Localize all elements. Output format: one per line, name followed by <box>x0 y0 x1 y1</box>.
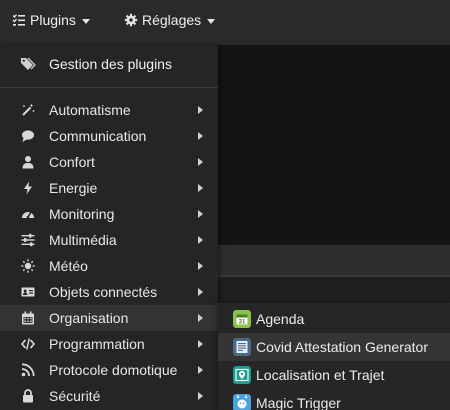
chevron-right-icon <box>198 158 203 166</box>
submenu-item-label: Magic Trigger <box>256 395 341 410</box>
reglages-menu-button[interactable]: Réglages <box>124 0 216 40</box>
chevron-right-icon <box>198 184 203 192</box>
menu-item-energie[interactable]: Energie <box>0 175 218 201</box>
submenu-item-agenda[interactable]: 31 Agenda <box>218 305 450 333</box>
submenu-item-label: Agenda <box>256 311 305 327</box>
chevron-right-icon <box>198 392 203 400</box>
agenda-plugin-icon: 31 <box>233 310 251 328</box>
menu-item-meteo[interactable]: Météo <box>0 253 218 279</box>
menu-item-protocole-domotique[interactable]: Protocole domotique <box>0 357 218 383</box>
menu-item-label: Communication <box>49 128 147 144</box>
submenu-item-covid-attestation-generator[interactable]: Covid Attestation Generator <box>218 333 450 361</box>
lock-icon <box>23 389 33 403</box>
menu-item-monitoring[interactable]: Monitoring <box>0 201 218 227</box>
rss-icon <box>21 363 35 377</box>
chevron-right-icon <box>198 262 203 270</box>
background-panel <box>218 45 450 245</box>
magic-wand-icon <box>22 103 35 116</box>
comment-icon <box>22 130 34 142</box>
reglages-menu-label: Réglages <box>142 12 202 28</box>
background-strip <box>218 245 450 275</box>
bolt-icon <box>24 181 32 195</box>
code-icon <box>21 338 35 350</box>
menu-item-label: Gestion des plugins <box>49 56 172 72</box>
menu-item-label: Météo <box>49 258 88 274</box>
submenu-item-label: Covid Attestation Generator <box>256 339 428 355</box>
calendar-icon <box>22 311 34 325</box>
chevron-right-icon <box>198 366 203 374</box>
menu-item-automatisme[interactable]: Automatisme <box>0 97 218 123</box>
organisation-submenu: 31 Agenda Covid Attestation Generator Lo… <box>218 303 450 410</box>
chevron-right-icon <box>198 314 203 322</box>
menu-item-communication[interactable]: Communication <box>0 123 218 149</box>
submenu-item-label: Localisation et Trajet <box>256 367 385 383</box>
chevron-right-icon <box>198 210 203 218</box>
menu-item-label: Confort <box>49 154 95 170</box>
menu-item-gestion-des-plugins[interactable]: Gestion des plugins <box>0 45 218 83</box>
chevron-right-icon <box>198 132 203 140</box>
menu-item-label: Monitoring <box>49 206 115 222</box>
menu-item-label: Protocole domotique <box>49 362 178 378</box>
menu-item-securite[interactable]: Sécurité <box>0 383 218 409</box>
chevron-right-icon <box>198 288 203 296</box>
gear-icon <box>124 13 138 27</box>
magic-trigger-plugin-icon <box>233 394 251 410</box>
chevron-right-icon <box>198 236 203 244</box>
sun-icon <box>21 259 35 273</box>
attestation-plugin-icon <box>233 338 251 356</box>
menu-item-label: Organisation <box>49 310 129 326</box>
menu-item-multimedia[interactable]: Multimédia <box>0 227 218 253</box>
menu-item-label: Energie <box>49 180 98 196</box>
menu-item-label: Programmation <box>49 336 145 352</box>
caret-down-icon <box>81 18 90 24</box>
menu-item-confort[interactable]: Confort <box>0 149 218 175</box>
tachometer-icon <box>22 211 34 219</box>
plugins-dropdown-menu: Gestion des plugins Automatisme Communic… <box>0 45 218 410</box>
menu-item-label: Objets connectés <box>49 284 158 300</box>
plugins-menu-label: Plugins <box>30 12 76 28</box>
menu-item-programmation[interactable]: Programmation <box>0 331 218 357</box>
menu-item-organisation[interactable]: Organisation <box>0 305 218 331</box>
svg-text:31: 31 <box>239 320 246 326</box>
submenu-item-localisation-et-trajet[interactable]: Localisation et Trajet <box>218 361 450 389</box>
plugins-menu-button[interactable]: Plugins <box>12 0 90 40</box>
sliders-icon <box>21 233 35 247</box>
menu-item-label: Multimédia <box>49 232 117 248</box>
address-card-icon <box>21 287 35 297</box>
caret-down-icon <box>207 18 216 24</box>
menu-item-label: Sécurité <box>49 388 101 404</box>
menu-item-label: Automatisme <box>49 102 131 118</box>
localisation-plugin-icon <box>233 366 251 384</box>
menu-divider <box>0 87 218 88</box>
user-icon <box>22 156 34 169</box>
tasks-icon <box>12 14 25 26</box>
chevron-right-icon <box>198 106 203 114</box>
menu-item-objets-connectes[interactable]: Objets connectés <box>0 279 218 305</box>
tags-icon <box>21 57 36 70</box>
chevron-right-icon <box>198 340 203 348</box>
submenu-item-magic-trigger[interactable]: Magic Trigger <box>218 389 450 410</box>
